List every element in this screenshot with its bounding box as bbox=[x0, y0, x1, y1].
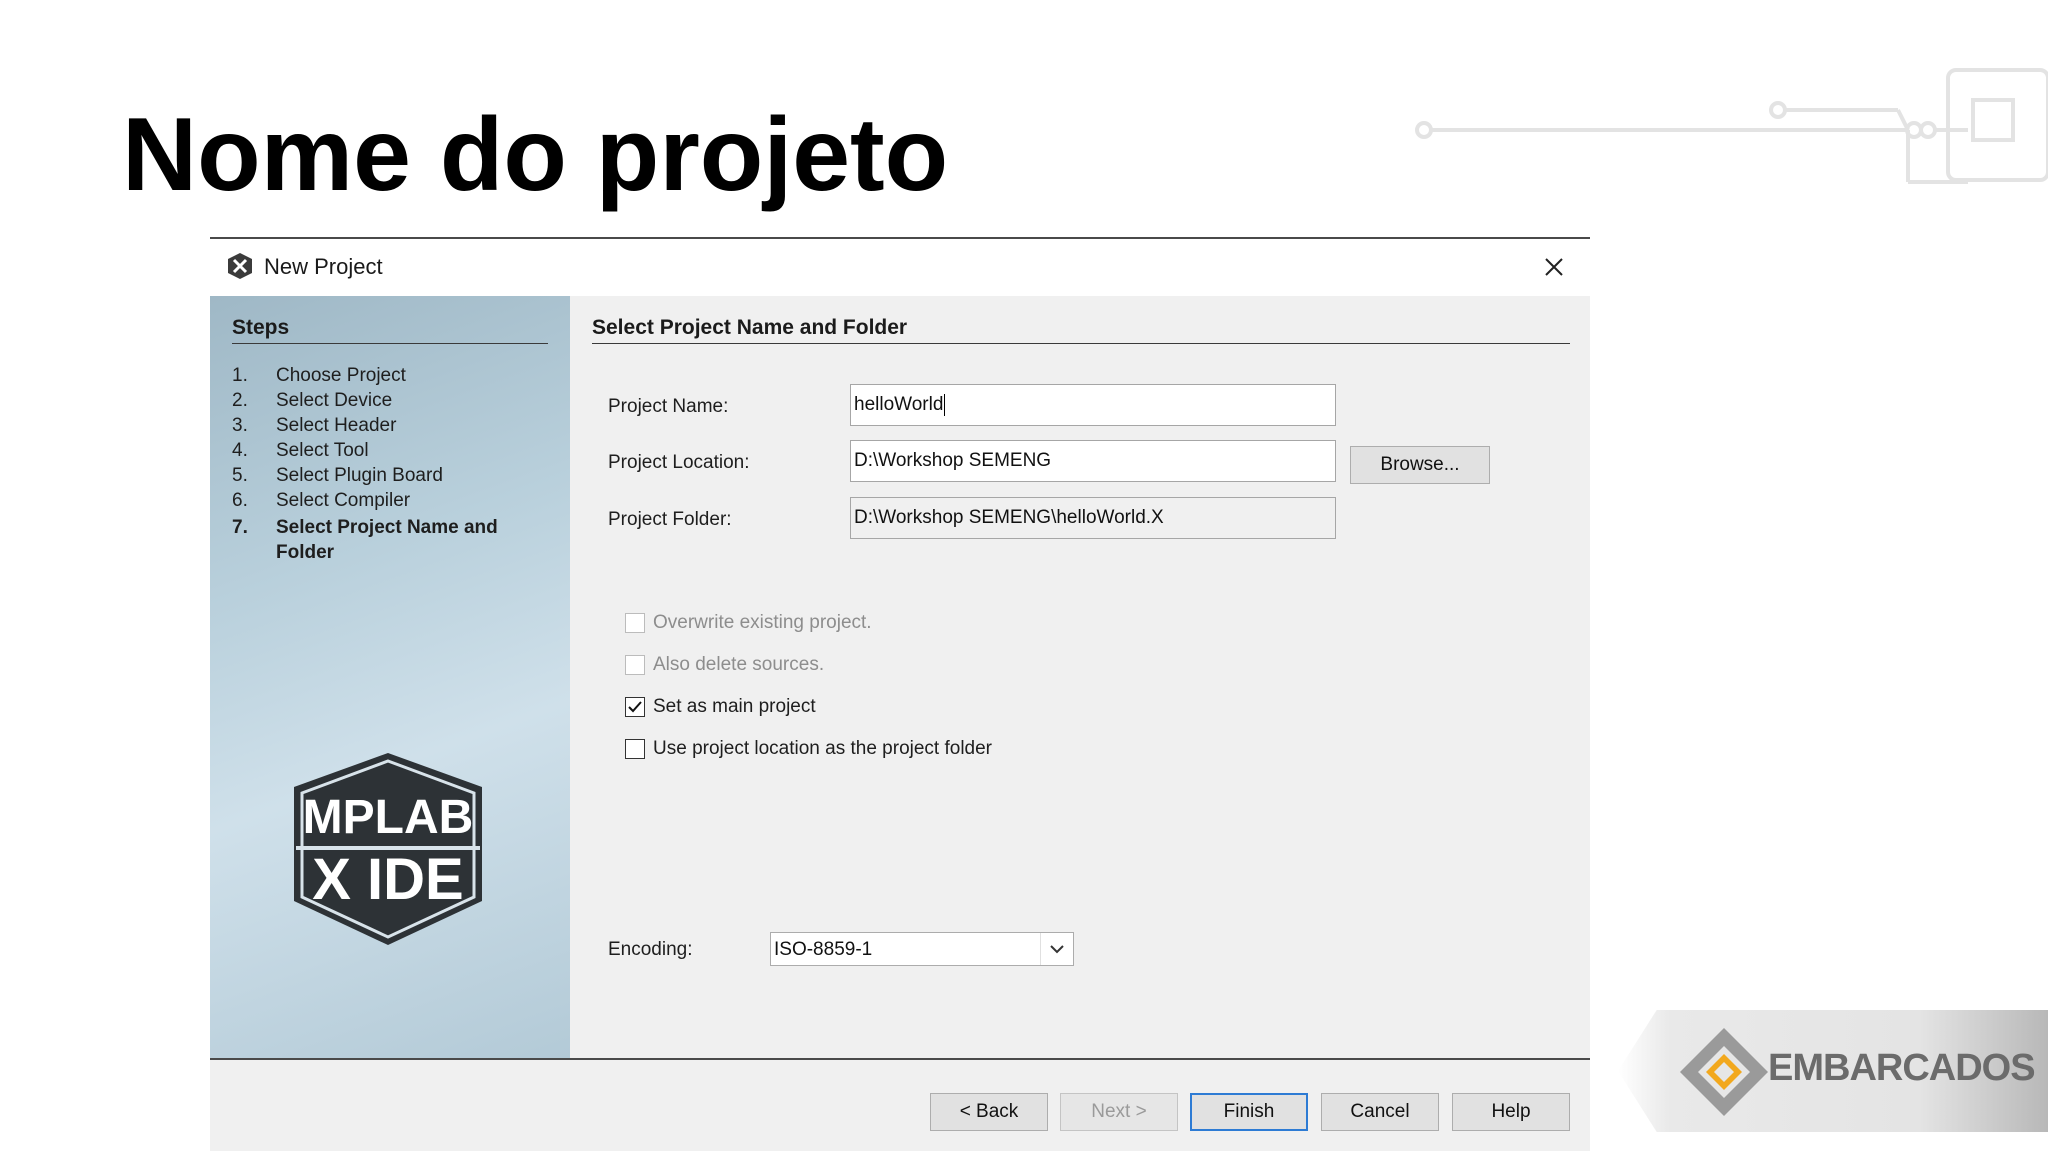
svg-text:MPLAB: MPLAB bbox=[303, 791, 474, 844]
slide-title: Nome do projeto bbox=[122, 97, 949, 213]
checkbox-box[interactable] bbox=[625, 655, 645, 675]
svg-text:X IDE: X IDE bbox=[312, 847, 464, 912]
encoding-label: Encoding: bbox=[608, 939, 693, 960]
cancel-button[interactable]: Cancel bbox=[1321, 1093, 1439, 1131]
use-location-as-folder-checkbox[interactable]: Use project location as the project fold… bbox=[625, 738, 992, 760]
step-item: 1. Choose Project bbox=[232, 365, 406, 386]
dialog-title: New Project bbox=[264, 254, 383, 279]
new-project-dialog: New Project Steps 1. Choose Project 2. Sel… bbox=[210, 237, 1590, 1151]
step-item: 5. Select Plugin Board bbox=[232, 465, 443, 486]
step-item: 2. Select Device bbox=[232, 390, 393, 411]
section-title: Select Project Name and Folder bbox=[592, 316, 908, 339]
next-button[interactable]: Next > bbox=[1060, 1093, 1178, 1131]
project-name-input[interactable]: helloWorld bbox=[850, 384, 1336, 426]
finish-button[interactable]: Finish bbox=[1190, 1093, 1308, 1131]
encoding-select[interactable]: ISO-8859-1 bbox=[770, 932, 1074, 966]
checkbox-box-checked[interactable] bbox=[625, 697, 645, 717]
steps-heading: Steps bbox=[232, 316, 290, 339]
browse-button[interactable]: Browse... bbox=[1350, 446, 1490, 484]
mplab-x-ide-logo: MPLAB X IDE bbox=[294, 753, 482, 945]
wizard-content: Select Project Name and Folder Project N… bbox=[570, 296, 1590, 1058]
text-caret bbox=[944, 394, 946, 416]
step-item: 4. Select Tool bbox=[232, 440, 369, 461]
help-button[interactable]: Help bbox=[1452, 1093, 1570, 1131]
close-icon[interactable] bbox=[1536, 249, 1572, 285]
back-button[interactable]: < Back bbox=[930, 1093, 1048, 1131]
project-folder-input[interactable]: D:\Workshop SEMENG\helloWorld.X bbox=[850, 497, 1336, 539]
step-item: 6. Select Compiler bbox=[232, 490, 411, 511]
checkbox-box[interactable] bbox=[625, 613, 645, 633]
embarcados-logo: EMBARCADOS bbox=[1618, 1010, 2048, 1132]
project-location-label: Project Location: bbox=[608, 452, 750, 473]
embarcados-mark-icon bbox=[1680, 1028, 1768, 1116]
dialog-titlebar: New Project bbox=[210, 239, 1590, 296]
brand-name: EMBARCADOS bbox=[1768, 1047, 2036, 1089]
step-item-current: 7. Select Project Name and Folder bbox=[232, 517, 498, 563]
project-name-label: Project Name: bbox=[608, 396, 729, 417]
steps-panel: Steps 1. Choose Project 2. Select Device 3… bbox=[210, 296, 570, 1058]
delete-sources-checkbox[interactable]: Also delete sources. bbox=[625, 654, 824, 676]
mplab-app-icon bbox=[228, 253, 252, 279]
section-divider bbox=[592, 343, 1570, 344]
dialog-footer: < Back Next > Finish Cancel Help bbox=[210, 1058, 1590, 1151]
checkmark-icon bbox=[628, 701, 642, 713]
steps-divider bbox=[232, 343, 548, 344]
overwrite-existing-checkbox[interactable]: Overwrite existing project. bbox=[625, 612, 872, 634]
set-main-project-checkbox[interactable]: Set as main project bbox=[625, 696, 816, 718]
circuit-decoration bbox=[1415, 68, 2048, 184]
checkbox-box[interactable] bbox=[625, 739, 645, 759]
step-item: 3. Select Header bbox=[232, 415, 397, 436]
chevron-down-icon[interactable] bbox=[1040, 933, 1073, 965]
project-folder-label: Project Folder: bbox=[608, 509, 732, 530]
project-location-input[interactable]: D:\Workshop SEMENG bbox=[850, 440, 1336, 482]
